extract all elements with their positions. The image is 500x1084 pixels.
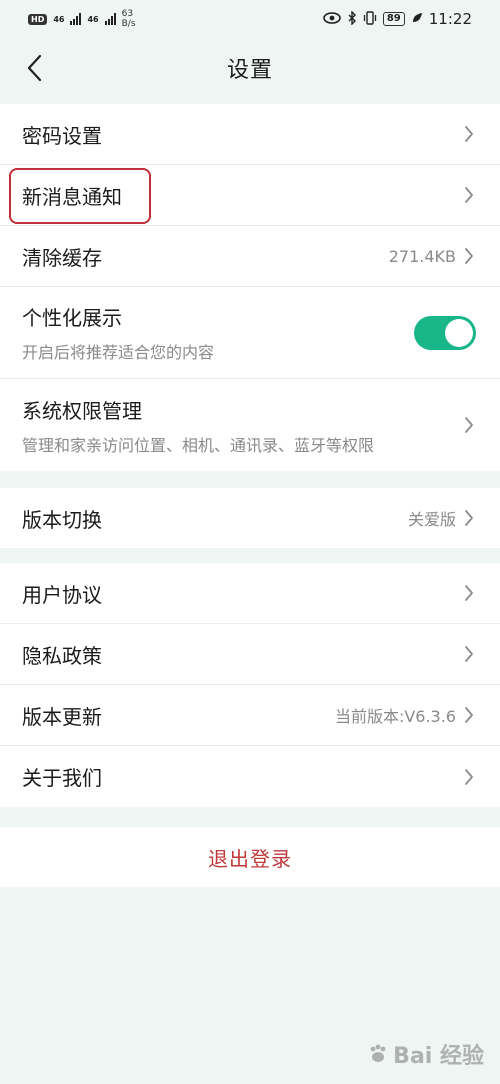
net-speed: 63 B/s	[122, 9, 136, 29]
watermark-text: Bai 经验	[393, 1044, 484, 1069]
settings-group-3: 用户协议 隐私政策 版本更新 当前版本:V6.3.6 关于我们	[0, 563, 500, 807]
personalized-toggle[interactable]	[414, 315, 476, 350]
leaf-icon	[411, 12, 423, 27]
clock: 11:22	[428, 10, 472, 28]
row-label: 版本切换	[22, 507, 102, 532]
row-version-switch[interactable]: 版本切换 关爱版	[0, 488, 500, 548]
row-about-us[interactable]: 关于我们	[0, 746, 500, 807]
row-right: 271.4KB	[389, 247, 476, 266]
row-subtitle: 开启后将推荐适合您的内容	[22, 343, 215, 362]
row-password-settings[interactable]: 密码设置	[0, 104, 500, 165]
net-speed-unit: B/s	[121, 19, 136, 29]
version-mode: 关爱版	[407, 510, 456, 529]
row-text: 个性化展示 开启后将推荐适合您的内容	[22, 302, 214, 363]
status-bar: HD 46 46 63 B/s 89 11:22	[0, 0, 500, 38]
highlight-annotation	[9, 168, 151, 224]
hd-icon: HD	[28, 13, 48, 25]
chevron-right-icon	[462, 645, 476, 663]
paw-icon	[370, 1044, 386, 1062]
current-version: 当前版本:V6.3.6	[334, 707, 456, 726]
chevron-right-icon	[462, 706, 476, 724]
settings-group-2: 版本切换 关爱版	[0, 488, 500, 548]
eye-icon	[323, 11, 341, 27]
status-right: 89 11:22	[323, 9, 472, 28]
row-label: 清除缓存	[22, 245, 102, 270]
back-button[interactable]	[14, 48, 54, 88]
toggle-knob	[445, 318, 473, 347]
row-label: 系统权限管理	[22, 398, 142, 423]
row-label: 隐私政策	[22, 643, 102, 668]
cache-size: 271.4KB	[388, 246, 456, 266]
vibrate-icon	[363, 10, 377, 28]
chevron-right-icon	[462, 416, 476, 434]
row-text: 系统权限管理 管理和家亲访问位置、相机、通讯录、蓝牙等权限	[22, 395, 374, 456]
signal-icon-2	[104, 13, 116, 25]
network-type-1: 46	[53, 14, 65, 24]
row-version-update[interactable]: 版本更新 当前版本:V6.3.6	[0, 685, 500, 746]
row-subtitle: 管理和家亲访问位置、相机、通讯录、蓝牙等权限	[22, 435, 375, 455]
row-personalized-display: 个性化展示 开启后将推荐适合您的内容	[0, 287, 500, 379]
chevron-right-icon	[462, 125, 476, 143]
chevron-right-icon	[462, 186, 476, 204]
net-speed-value: 63	[121, 9, 134, 19]
battery-icon: 89	[382, 12, 405, 26]
row-label: 版本更新	[22, 704, 102, 729]
row-clear-cache[interactable]: 清除缓存 271.4KB	[0, 226, 500, 287]
network-type-2: 46	[87, 14, 99, 24]
baidu-watermark: Bai 经验	[367, 1038, 484, 1070]
row-user-agreement[interactable]: 用户协议	[0, 563, 500, 624]
bluetooth-icon	[347, 9, 357, 28]
row-label: 密码设置	[22, 123, 102, 148]
row-right: 当前版本:V6.3.6	[335, 703, 476, 727]
row-label: 用户协议	[22, 582, 102, 607]
chevron-right-icon	[462, 584, 476, 602]
logout-label: 退出登录	[208, 846, 292, 871]
chevron-right-icon	[462, 768, 476, 786]
status-left: HD 46 46 63 B/s	[28, 9, 136, 29]
settings-group-1: 密码设置 新消息通知 清除缓存 271.4KB 个性化展示 开启后将推荐适合您的…	[0, 104, 500, 471]
nav-bar: 设置	[0, 38, 500, 98]
row-label: 关于我们	[22, 766, 102, 790]
row-privacy-policy[interactable]: 隐私政策	[0, 624, 500, 685]
chevron-right-icon	[462, 509, 476, 527]
chevron-right-icon	[462, 247, 476, 265]
row-system-permissions[interactable]: 系统权限管理 管理和家亲访问位置、相机、通讯录、蓝牙等权限	[0, 379, 500, 471]
logout-button[interactable]: 退出登录	[0, 827, 500, 887]
page-title: 设置	[226, 58, 273, 83]
chevron-left-icon	[27, 54, 42, 82]
row-right: 关爱版	[408, 506, 476, 530]
row-label: 个性化展示	[22, 306, 122, 330]
signal-icon	[70, 13, 82, 25]
